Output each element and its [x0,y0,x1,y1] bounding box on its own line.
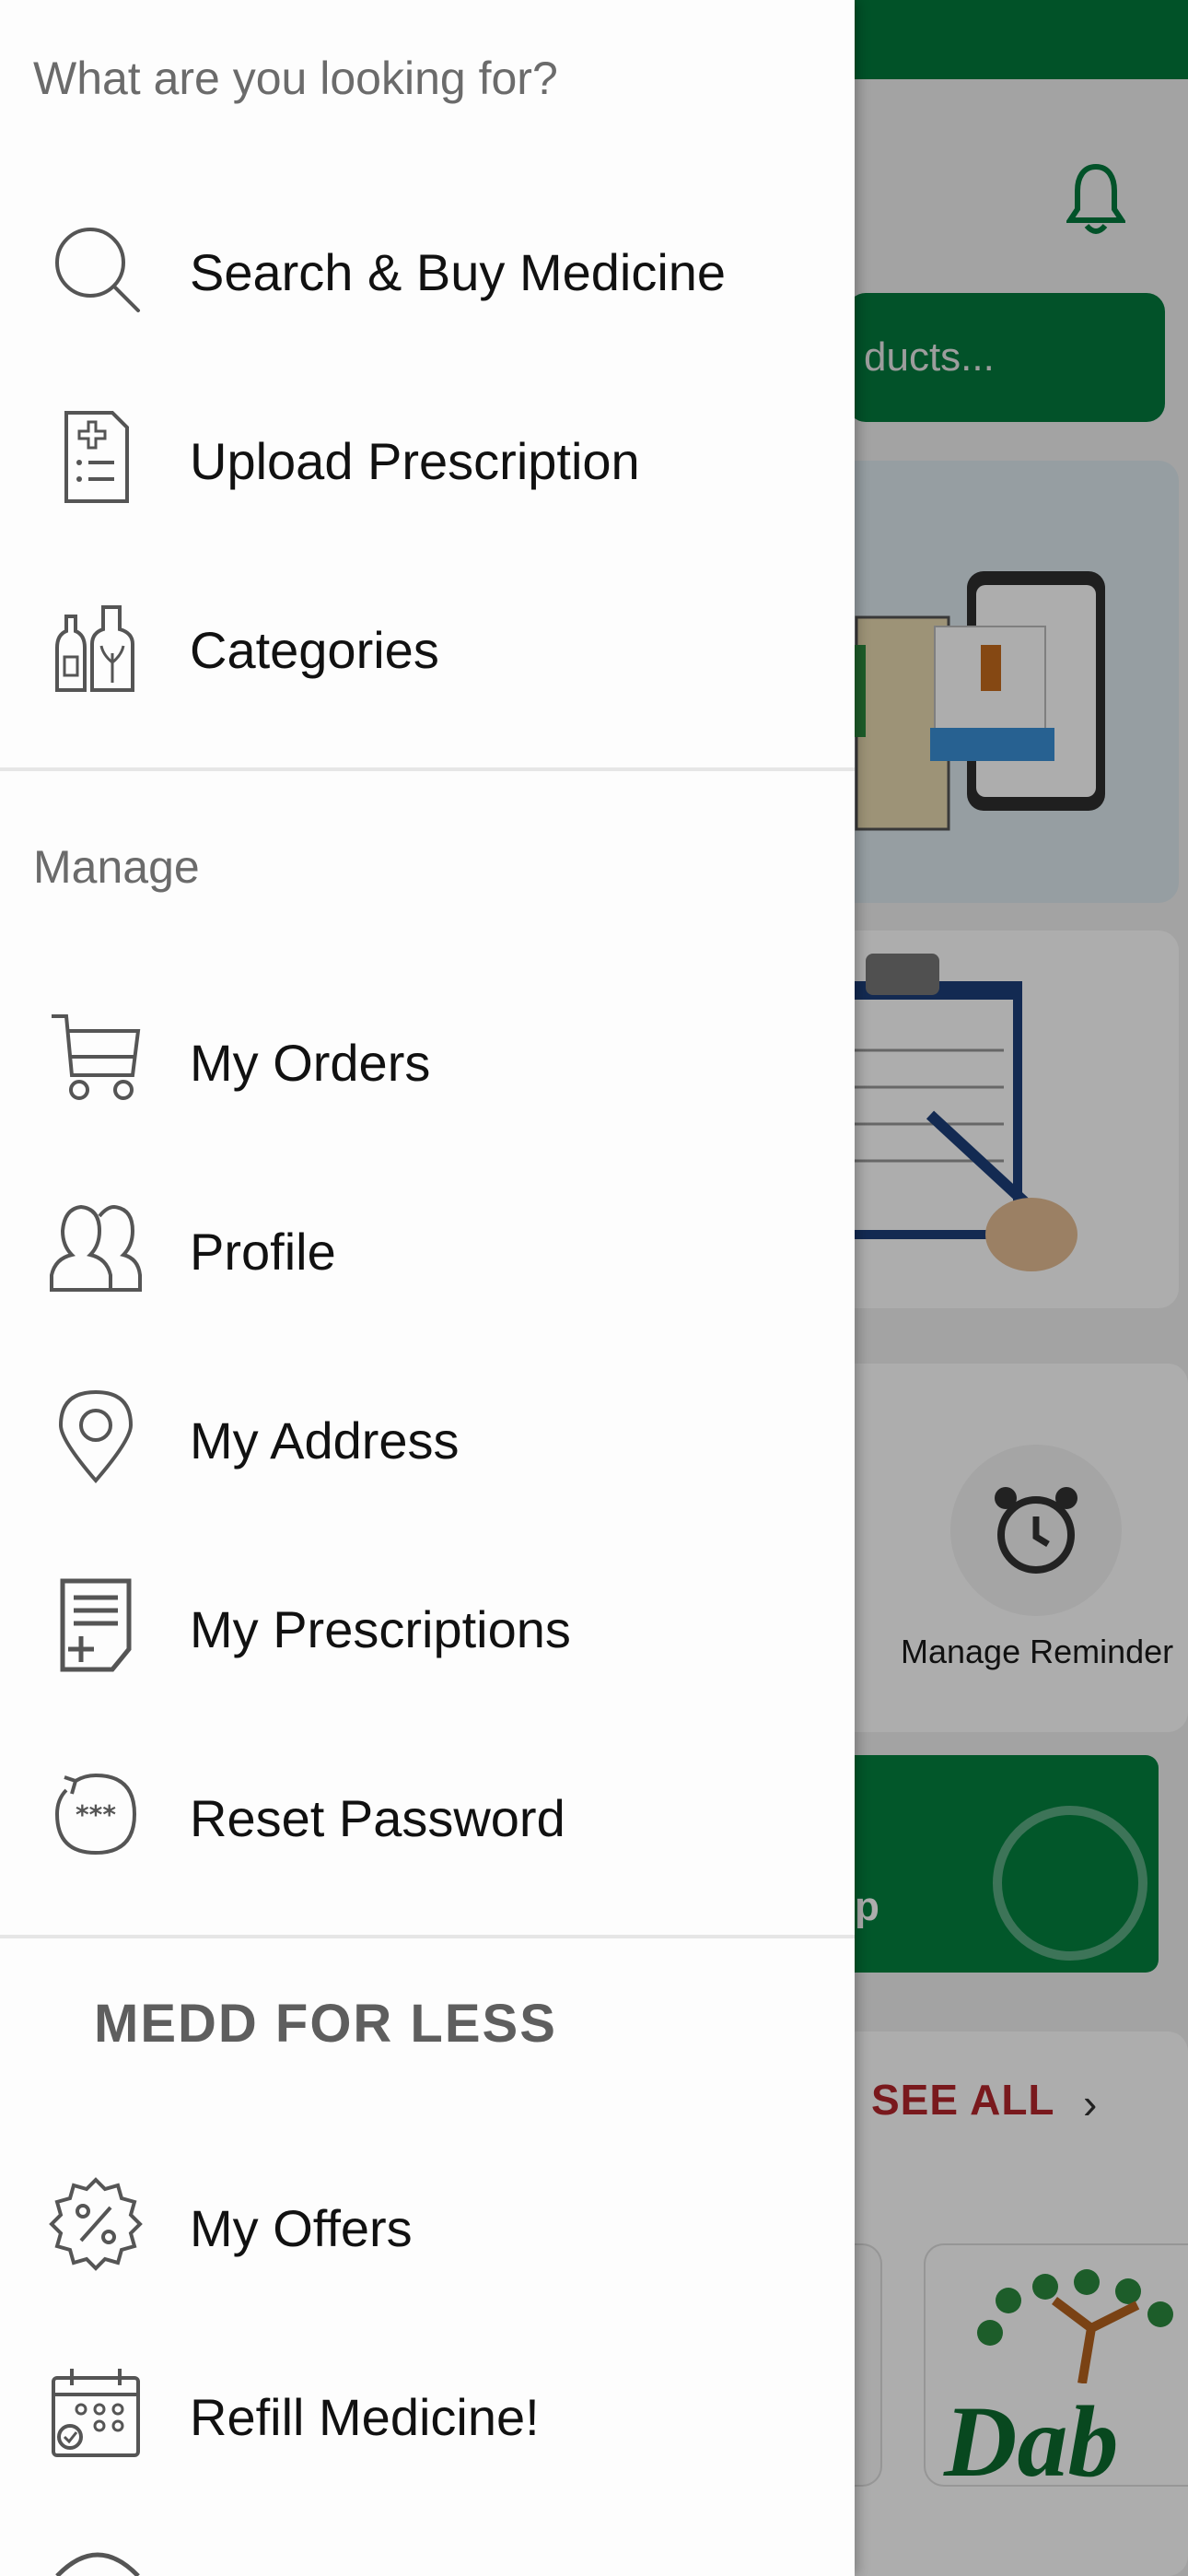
section-title-looking-for: What are you looking for? [33,53,558,104]
brand-heading: MEDD FOR LESS [94,1994,557,2054]
menu-label: Reset Password [190,1789,565,1847]
menu-label: My Offers [190,2199,413,2257]
menu-item-profile[interactable]: Profile [0,1168,855,1325]
calendar-refill-icon [52,2369,140,2457]
menu-item-my-orders[interactable]: My Orders [0,979,855,1136]
navigation-drawer: What are you looking for? Search & Buy M… [0,0,855,2576]
section-divider [0,767,855,771]
menu-label: Refill Medicine! [190,2388,540,2446]
menu-item-reset-password[interactable]: *** Reset Password [0,1735,855,1891]
categories-bottles-icon [55,605,134,692]
menu-label: Search & Buy Medicine [190,243,727,301]
search-icon [55,228,140,312]
svg-text:***: *** [76,1799,116,1830]
menu-item-search-buy-medicine[interactable]: Search & Buy Medicine [0,189,855,345]
menu-label: Upload Prescription [190,432,640,490]
reset-password-icon: *** [54,1773,137,1856]
prescription-doc-icon [60,1578,132,1672]
menu-item-my-offers[interactable]: My Offers [0,2145,855,2301]
menu-item-my-address[interactable]: My Address [0,1357,855,1514]
menu-label: My Address [190,1411,460,1469]
menu-item-categories[interactable]: Categories [0,567,855,723]
menu-label: My Orders [190,1034,431,1092]
cart-icon [52,1014,141,1100]
prescription-upload-icon [64,411,129,503]
menu-label: Profile [190,1223,336,1281]
section-title-manage: Manage [33,841,200,893]
profile-users-icon [50,1204,142,1292]
menu-item-upload-prescription[interactable]: Upload Prescription [0,378,855,534]
menu-label: Categories [190,621,439,679]
partial-next-icon [55,2552,140,2576]
menu-item-my-prescriptions[interactable]: My Prescriptions [0,1546,855,1703]
menu-item-refill-medicine[interactable]: Refill Medicine! [0,2334,855,2490]
section-divider [0,1935,855,1938]
offer-badge-icon [49,2177,143,2271]
menu-label: My Prescriptions [190,1600,571,1658]
location-pin-icon [58,1389,134,1484]
